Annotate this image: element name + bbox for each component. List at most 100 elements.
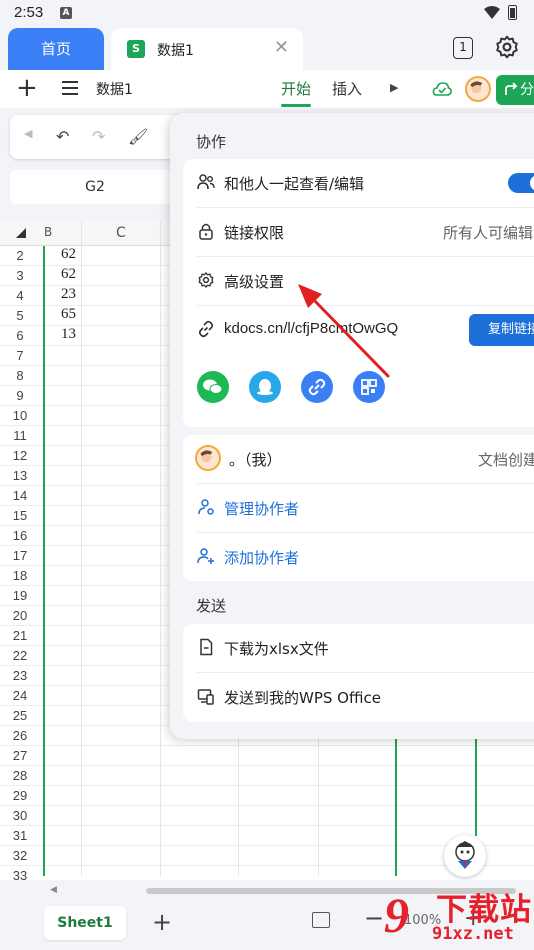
table-row[interactable]: 30	[0, 806, 534, 826]
row-number[interactable]: 10	[0, 408, 40, 423]
link-permission-label: 链接权限	[224, 224, 285, 242]
row-number[interactable]: 5	[0, 308, 40, 323]
member-me-row[interactable]: 。（我） 文档创建者	[183, 435, 534, 483]
row-number[interactable]: 25	[0, 708, 40, 723]
row-number[interactable]: 6	[0, 328, 40, 343]
people-icon	[197, 174, 215, 190]
tab-start[interactable]: 开始	[281, 78, 311, 99]
select-all-corner[interactable]	[16, 228, 26, 238]
zoom-out-icon[interactable]: −	[364, 904, 384, 932]
format-painter-icon[interactable]: 🖌	[128, 127, 148, 146]
download-xlsx-row[interactable]: 下载为xlsx文件	[183, 624, 534, 672]
share-link-row[interactable]: kdocs.cn/l/cfjP8cmtOwGQ 复制链接	[183, 306, 534, 354]
table-row[interactable]: 27	[0, 746, 534, 766]
row-number[interactable]: 21	[0, 628, 40, 643]
tab-insert[interactable]: 插入	[332, 78, 362, 99]
battery-icon	[508, 5, 517, 20]
row-number[interactable]: 19	[0, 588, 40, 603]
add-collaborator-label: 添加协作者	[224, 549, 300, 567]
row-number[interactable]: 2	[0, 248, 40, 263]
selection-border	[395, 736, 397, 876]
device-icon	[197, 689, 214, 705]
row-number[interactable]: 14	[0, 488, 40, 503]
share-link-text[interactable]: kdocs.cn/l/cfjP8cmtOwGQ	[224, 320, 398, 337]
row-number[interactable]: 31	[0, 828, 40, 843]
row-number[interactable]: 15	[0, 508, 40, 523]
share-icon	[505, 82, 518, 95]
status-bar: 2:53 A	[0, 0, 534, 26]
row-number[interactable]: 23	[0, 668, 40, 683]
row-number[interactable]: 8	[0, 368, 40, 383]
more-tabs-icon[interactable]: ▶	[390, 81, 398, 94]
qq-icon[interactable]	[249, 371, 281, 403]
manage-users-icon	[198, 499, 214, 515]
add-icon[interactable]: +	[16, 74, 38, 102]
cell-value[interactable]: 65	[61, 306, 76, 323]
status-time: 2:53	[14, 4, 44, 21]
undo-icon[interactable]: ↶	[56, 127, 69, 146]
tab-home[interactable]: 首页	[8, 28, 104, 70]
redo-icon[interactable]: ↷	[92, 127, 105, 146]
row-number[interactable]: 7	[0, 348, 40, 363]
add-collaborator-row[interactable]: 添加协作者 ›	[183, 533, 534, 581]
cloud-saved-icon[interactable]	[432, 80, 452, 98]
row-number[interactable]: 29	[0, 788, 40, 803]
cell-reference[interactable]: G2	[10, 170, 180, 204]
send-to-wps-row[interactable]: 发送到我的WPS Office	[183, 673, 534, 721]
cell-value[interactable]: 23	[61, 286, 76, 303]
row-number[interactable]: 26	[0, 728, 40, 743]
row-number[interactable]: 13	[0, 468, 40, 483]
qr-code-icon[interactable]	[353, 371, 385, 403]
copy-link-button[interactable]: 复制链接	[469, 314, 534, 346]
manage-collaborators-row[interactable]: 管理协作者 ›	[183, 484, 534, 532]
row-number[interactable]: 4	[0, 288, 40, 303]
table-row[interactable]: 29	[0, 786, 534, 806]
prev-icon[interactable]: ◀	[24, 127, 32, 140]
assistant-mascot-icon[interactable]	[444, 835, 486, 877]
row-number[interactable]: 3	[0, 268, 40, 283]
row-number[interactable]: 11	[0, 428, 40, 443]
cell-value[interactable]: 62	[61, 266, 76, 283]
row-number[interactable]: 24	[0, 688, 40, 703]
document-name[interactable]: 数据1	[96, 79, 133, 99]
row-number[interactable]: 20	[0, 608, 40, 623]
link-permission-row[interactable]: 链接权限 所有人可编辑 ⌄	[183, 208, 534, 256]
row-number[interactable]: 28	[0, 768, 40, 783]
member-me-role: 文档创建者	[477, 451, 534, 469]
row-number[interactable]: 32	[0, 848, 40, 863]
tab-document[interactable]: S 数据1 ✕	[111, 28, 303, 70]
column-c-header[interactable]: C	[116, 225, 126, 241]
cell-value[interactable]: 62	[61, 246, 76, 263]
row-number[interactable]: 18	[0, 568, 40, 583]
gear-icon	[198, 272, 214, 288]
copy-link-icon[interactable]	[301, 371, 333, 403]
settings-gear-icon[interactable]	[494, 34, 520, 60]
wechat-icon[interactable]	[197, 371, 229, 403]
close-icon[interactable]: ✕	[274, 37, 289, 58]
user-avatar[interactable]	[465, 76, 491, 102]
row-number[interactable]: 27	[0, 748, 40, 763]
collaboration-panel: 协作 和他人一起查看/编辑 链接权限 所有人可编辑 ⌄ 高级设置 › kdocs…	[170, 113, 534, 739]
send-card: 下载为xlsx文件 发送到我的WPS Office	[183, 624, 534, 722]
site-watermark: 9 下载站 91xz.net	[384, 884, 534, 950]
row-number[interactable]: 22	[0, 648, 40, 663]
row-number[interactable]: 17	[0, 548, 40, 563]
scroll-left-icon[interactable]: ◀	[50, 885, 57, 895]
tab-count-button[interactable]: 1	[453, 37, 473, 59]
add-sheet-button[interactable]: +	[152, 908, 172, 936]
view-edit-toggle[interactable]	[508, 173, 534, 193]
row-number[interactable]: 12	[0, 448, 40, 463]
file-icon	[200, 638, 213, 656]
column-b-header[interactable]: B	[44, 225, 52, 239]
menu-icon[interactable]	[62, 81, 78, 95]
sheet-tab[interactable]: Sheet1	[44, 906, 126, 940]
table-row[interactable]: 28	[0, 766, 534, 786]
view-edit-row[interactable]: 和他人一起查看/编辑	[183, 159, 534, 207]
row-number[interactable]: 30	[0, 808, 40, 823]
link-permission-value[interactable]: 所有人可编辑	[443, 222, 533, 243]
row-number[interactable]: 16	[0, 528, 40, 543]
view-mode-icon[interactable]	[312, 912, 330, 928]
cell-value[interactable]: 13	[61, 326, 76, 343]
row-number[interactable]: 9	[0, 388, 40, 403]
advanced-settings-row[interactable]: 高级设置 ›	[183, 257, 534, 305]
